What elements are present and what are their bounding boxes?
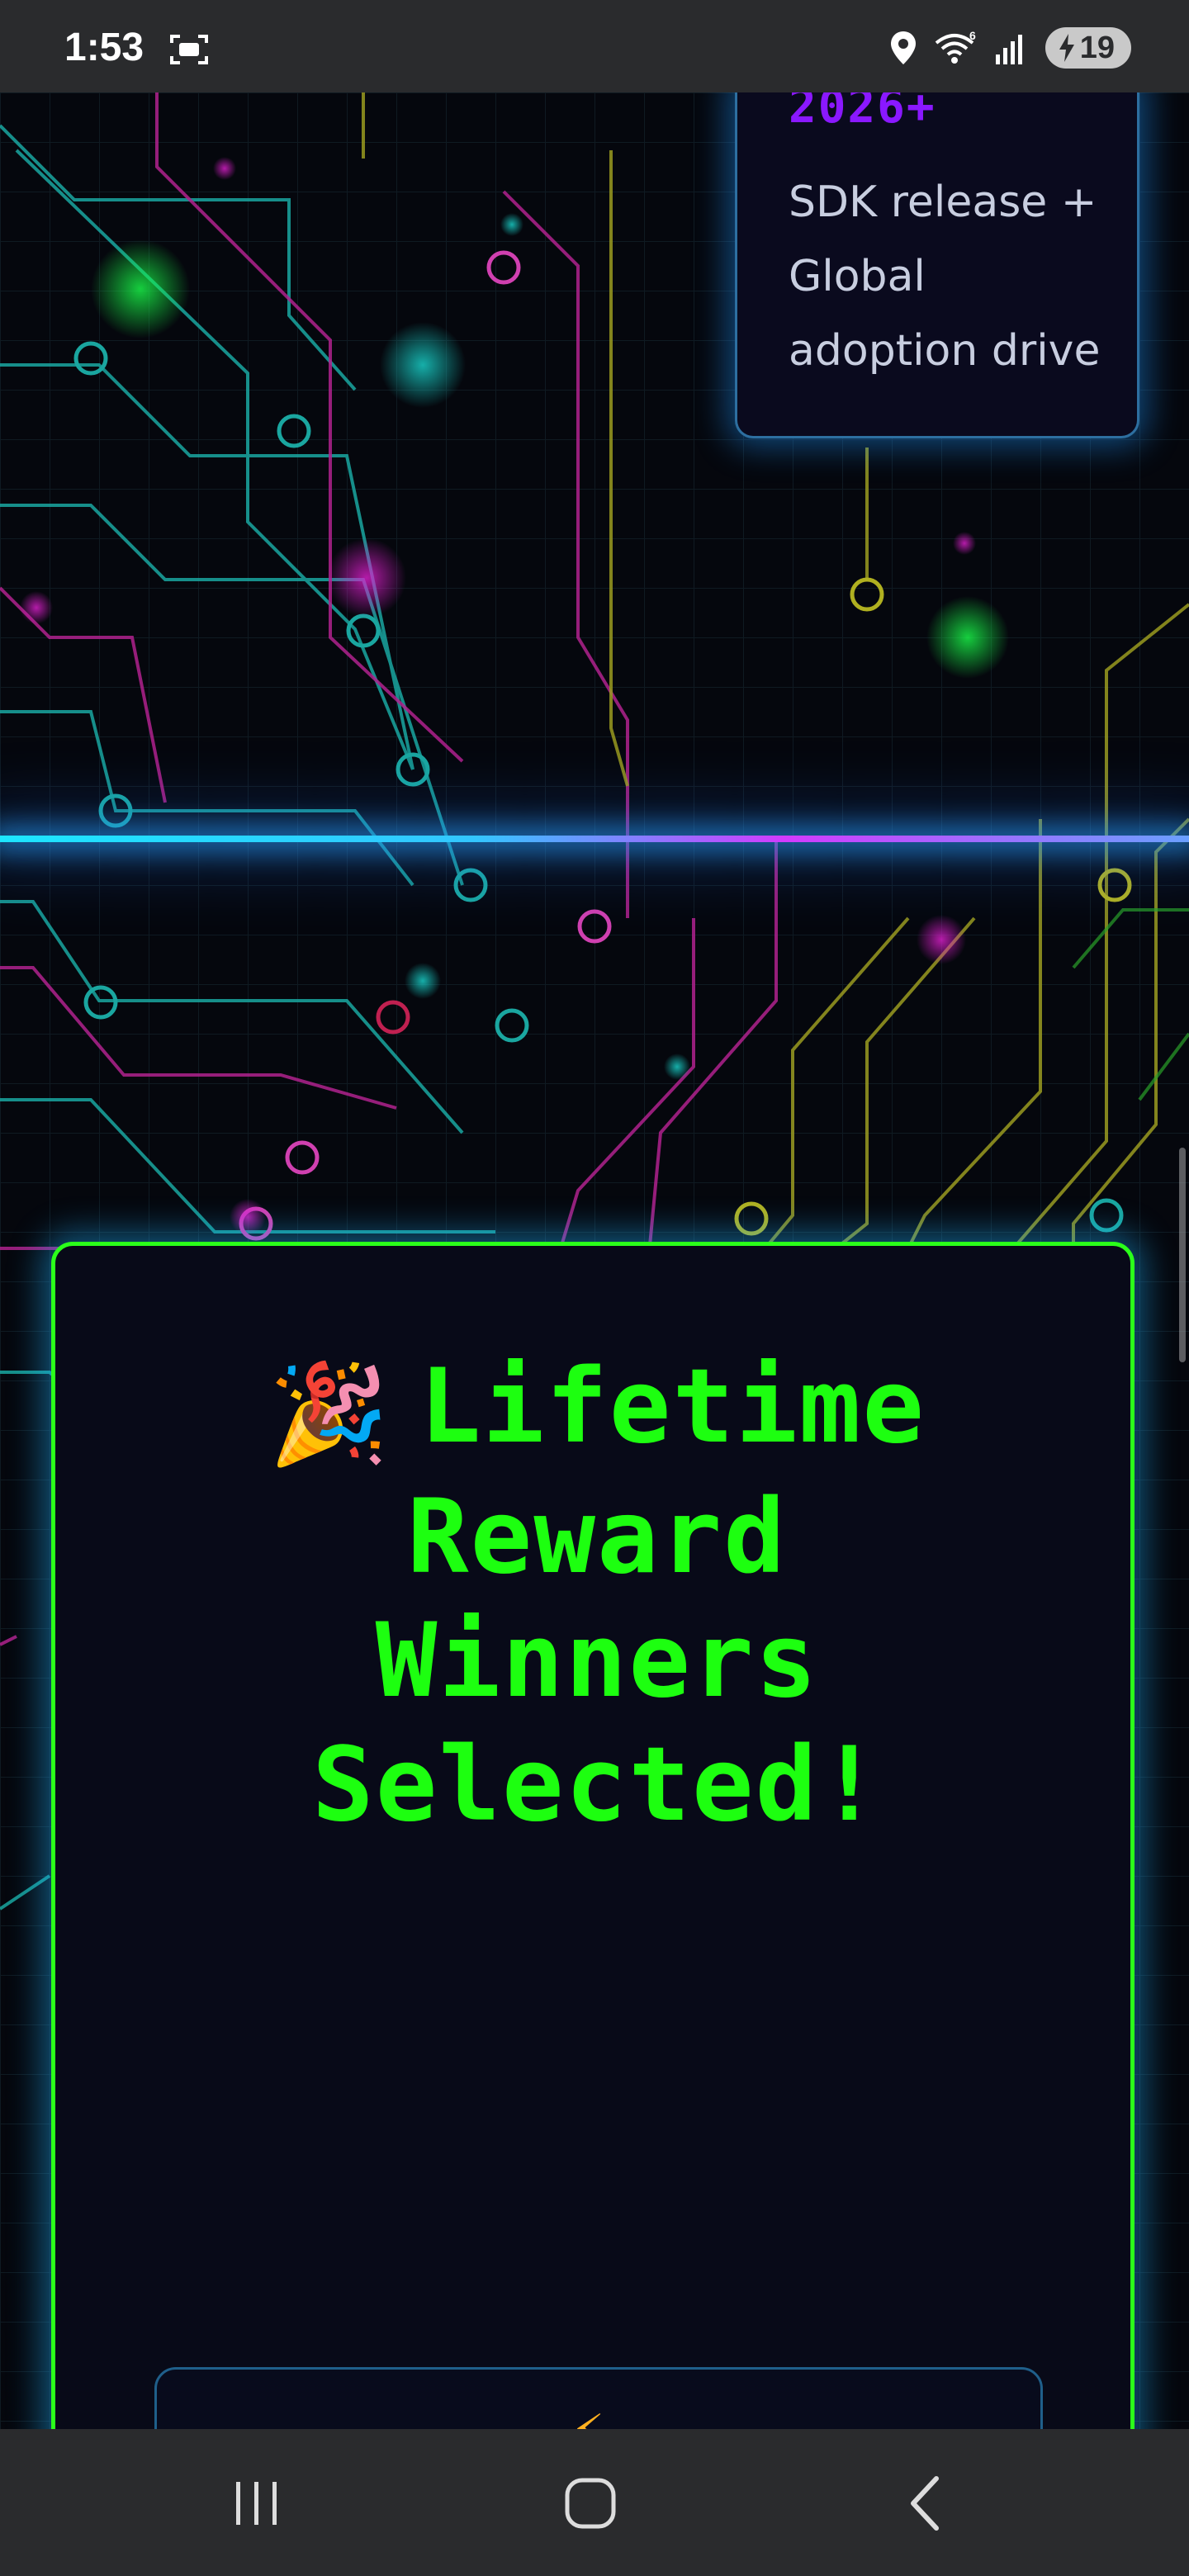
battery-level: 19 <box>1079 30 1115 65</box>
signal-icon <box>995 35 1022 64</box>
neon-scan-line <box>0 836 1189 842</box>
status-time: 1:53 <box>64 26 144 69</box>
navigation-bar <box>0 2429 1189 2576</box>
roadmap-description: SDK release + Global adoption drive <box>789 178 1101 376</box>
wifi-6-icon: 6 <box>935 30 976 64</box>
recent-apps-icon[interactable] <box>220 2470 294 2536</box>
location-icon <box>890 31 916 64</box>
party-popper-icon: 🎉 <box>268 1356 391 1470</box>
back-icon[interactable] <box>888 2470 963 2536</box>
battery-indicator: 19 <box>1045 27 1131 69</box>
status-icons: 6 19 <box>888 26 1131 69</box>
home-icon[interactable] <box>553 2470 628 2536</box>
winners-card: 🎉Lifetime Reward Winners Selected! ⚡ <box>51 1242 1135 2537</box>
svg-text:6: 6 <box>969 30 976 42</box>
scrollbar-thumb[interactable] <box>1179 1148 1186 1362</box>
screen-record-icon <box>170 35 208 64</box>
winners-title-text: Lifetime Reward Winners Selected! <box>312 1347 926 1844</box>
battery-charging-icon <box>1059 34 1074 62</box>
roadmap-card: 2026+ SDK release + Global adoption driv… <box>735 83 1139 438</box>
winners-heading: 🎉 Lifetime Reward Winners Selected! <box>154 1345 1040 1847</box>
status-bar: 1:53 6 19 <box>0 0 1189 92</box>
